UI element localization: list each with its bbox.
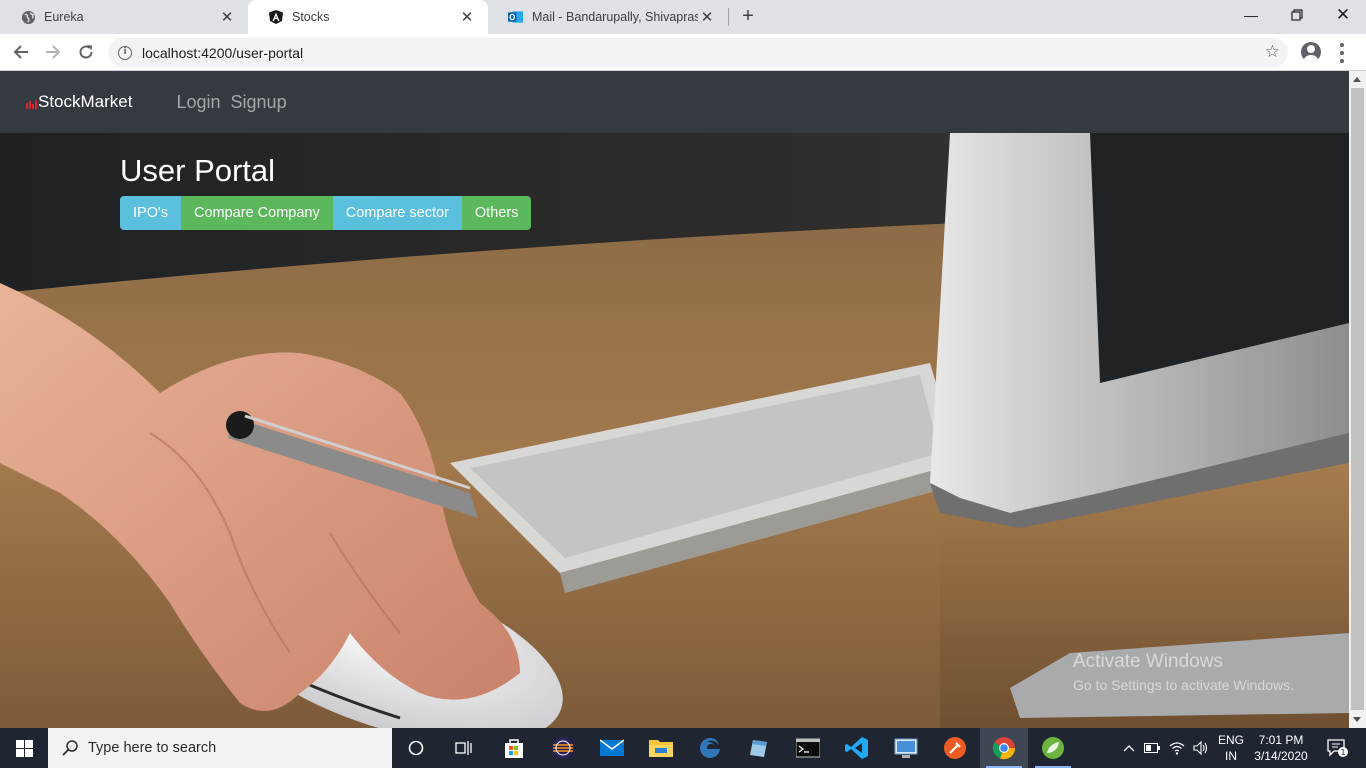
browser-menu-icon[interactable] — [1336, 43, 1348, 63]
page-scrollbar[interactable] — [1349, 71, 1366, 728]
language-indicator[interactable]: ENG IN — [1214, 732, 1248, 764]
site-info-icon[interactable]: i — [118, 45, 132, 60]
scroll-down-icon[interactable] — [1353, 717, 1361, 722]
app-navbar: StockMarket Login Signup — [0, 71, 1349, 133]
language-code: ENG — [1217, 733, 1244, 747]
clock-date: 3/14/2020 — [1254, 749, 1308, 763]
file-explorer-icon[interactable] — [637, 728, 685, 768]
windows-logo-icon — [15, 739, 33, 757]
notes-icon[interactable] — [735, 728, 783, 768]
forward-button[interactable] — [40, 40, 66, 64]
search-placeholder: Type here to search — [88, 740, 217, 756]
restore-icon[interactable] — [1274, 0, 1320, 30]
chrome-icon[interactable] — [980, 728, 1028, 768]
vscode-icon[interactable] — [833, 728, 881, 768]
portal-button-group: IPO's Compare Company Compare sector Oth… — [120, 196, 532, 230]
ipos-button[interactable]: IPO's — [120, 196, 181, 230]
browser-tab-strip: Eureka ✕ Stocks ✕ Mail - Bandarupally, S… — [0, 0, 1366, 34]
bar-chart-icon — [26, 100, 37, 109]
back-arrow-icon — [13, 45, 28, 59]
brand-link[interactable]: StockMarket — [26, 92, 132, 112]
new-tab-button[interactable]: + — [736, 5, 760, 29]
forward-arrow-icon — [46, 45, 61, 59]
page-viewport: StockMarket Login Signup User Portal IPO… — [0, 71, 1366, 728]
bookmark-star-icon[interactable]: ☆ — [1265, 42, 1280, 62]
tab-mail[interactable]: Mail - Bandarupally, Shivaprasad ✕ — [488, 0, 728, 34]
remote-desktop-icon[interactable] — [882, 728, 930, 768]
close-icon[interactable]: ✕ — [218, 8, 236, 26]
tab-divider — [728, 8, 729, 26]
globe-icon — [20, 9, 36, 25]
mail-icon[interactable] — [588, 728, 636, 768]
close-icon[interactable]: ✕ — [698, 8, 716, 26]
browser-toolbar: i localhost:4200/user-portal ☆ — [0, 34, 1366, 71]
watermark-title: Activate Windows — [1073, 651, 1223, 672]
others-button[interactable]: Others — [461, 196, 532, 230]
close-icon[interactable]: ✕ — [458, 8, 476, 26]
battery-icon[interactable] — [1141, 728, 1163, 768]
activate-windows-watermark: Activate Windows Go to Settings to activ… — [1073, 651, 1294, 693]
eclipse-icon[interactable] — [539, 728, 587, 768]
cortana-icon[interactable] — [392, 728, 440, 768]
minimize-icon[interactable]: — — [1228, 0, 1274, 30]
terminal-icon[interactable] — [784, 728, 832, 768]
postman-icon[interactable] — [931, 728, 979, 768]
tab-title: Mail - Bandarupally, Shivaprasad — [532, 10, 698, 24]
watermark-subtitle: Go to Settings to activate Windows. — [1073, 677, 1294, 693]
wifi-icon[interactable] — [1166, 728, 1188, 768]
window-close-icon[interactable]: ✕ — [1320, 0, 1366, 30]
scroll-up-icon[interactable] — [1353, 77, 1361, 82]
tab-title: Eureka — [44, 10, 84, 24]
address-bar[interactable]: i localhost:4200/user-portal ☆ — [108, 38, 1288, 67]
windows-taskbar: Type here to search ENG IN 7:01 PM 3/14/… — [0, 728, 1366, 768]
show-hidden-icons-chevron-icon[interactable] — [1118, 728, 1140, 768]
brand-name: StockMarket — [38, 92, 133, 111]
tab-stocks[interactable]: Stocks ✕ — [248, 0, 488, 34]
profile-avatar-icon[interactable] — [1301, 42, 1321, 62]
back-button[interactable] — [8, 40, 34, 64]
compare-sector-button[interactable]: Compare sector — [332, 196, 462, 230]
reload-button[interactable] — [73, 40, 99, 64]
nav-link-login[interactable]: Login — [176, 92, 220, 113]
page-title: User Portal — [120, 153, 276, 188]
volume-icon[interactable] — [1190, 728, 1212, 768]
search-icon — [62, 740, 78, 756]
taskbar-search[interactable]: Type here to search — [48, 728, 392, 768]
reload-icon — [79, 45, 93, 59]
notification-count: 1 — [1340, 748, 1345, 757]
system-clock[interactable]: 7:01 PM 3/14/2020 — [1250, 732, 1312, 764]
store-icon[interactable] — [490, 728, 538, 768]
scrollbar-thumb[interactable] — [1351, 88, 1364, 710]
nav-link-signup[interactable]: Signup — [231, 92, 287, 113]
compare-company-button[interactable]: Compare Company — [181, 196, 333, 230]
tab-title: Stocks — [292, 10, 330, 24]
spring-icon[interactable] — [1029, 728, 1077, 768]
task-view-icon[interactable] — [440, 728, 488, 768]
tab-eureka[interactable]: Eureka ✕ — [0, 0, 248, 34]
url-text: localhost:4200/user-portal — [142, 44, 304, 61]
edge-icon[interactable] — [686, 728, 734, 768]
outlook-icon — [508, 9, 524, 25]
clock-time: 7:01 PM — [1258, 733, 1304, 747]
angular-icon — [268, 9, 284, 25]
start-button[interactable] — [0, 728, 48, 768]
notification-center-icon[interactable]: 1 — [1318, 728, 1358, 768]
language-region: IN — [1225, 749, 1237, 763]
